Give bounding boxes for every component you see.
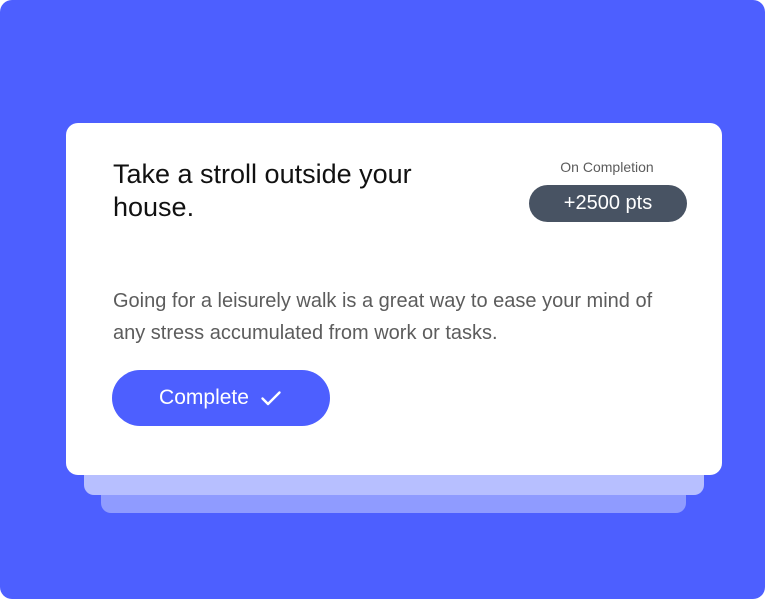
points-badge: +2500 pts xyxy=(529,185,687,222)
task-card: Take a stroll outside your house. On Com… xyxy=(66,123,722,475)
completion-label: On Completion xyxy=(560,159,654,175)
task-description: Going for a leisurely walk is a great wa… xyxy=(113,290,653,344)
check-icon xyxy=(259,386,283,410)
complete-button-label: Complete xyxy=(159,386,249,409)
complete-button[interactable]: Complete xyxy=(112,370,330,426)
task-title: Take a stroll outside your house. xyxy=(113,159,412,222)
task-screen: Take a stroll outside your house. On Com… xyxy=(0,0,765,599)
